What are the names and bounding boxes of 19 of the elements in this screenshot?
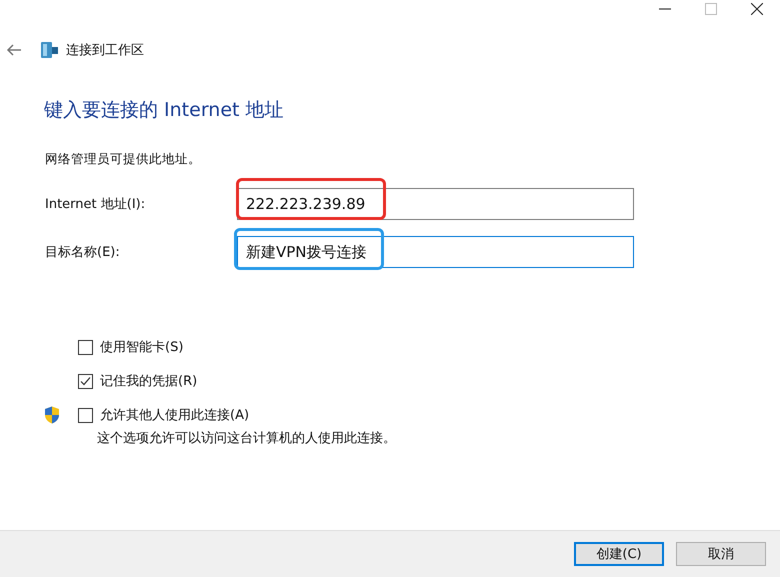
checkbox-label[interactable]: 使用智能卡(S) — [100, 338, 184, 356]
back-arrow-icon[interactable] — [6, 44, 22, 56]
window-title: 连接到工作区 — [66, 42, 144, 59]
field-label: 目标名称(E): — [44, 244, 121, 261]
input-field[interactable]: 新建VPN拨号连接 — [237, 236, 634, 268]
dialog-button[interactable]: 创建(C) — [574, 542, 664, 566]
field-label: Internet 地址(I): — [44, 196, 146, 213]
checkbox-label[interactable]: 记住我的凭据(R) — [100, 372, 198, 390]
input-field[interactable]: 222.223.239.89 — [237, 188, 634, 220]
page-heading: 键入要连接的 Internet 地址 — [44, 98, 285, 123]
hint-text: 网络管理员可提供此地址。 — [44, 151, 202, 168]
checkbox[interactable] — [78, 340, 93, 354]
close-icon[interactable] — [751, 3, 763, 15]
checkbox[interactable] — [78, 408, 93, 422]
network-icon — [40, 41, 60, 59]
checkbox[interactable] — [78, 374, 93, 388]
option-description: 这个选项允许可以访问这台计算机的人使用此连接。 — [96, 430, 397, 447]
dialog-button[interactable]: 取消 — [676, 542, 766, 566]
checkbox-label[interactable]: 允许其他人使用此连接(A) — [100, 406, 250, 424]
